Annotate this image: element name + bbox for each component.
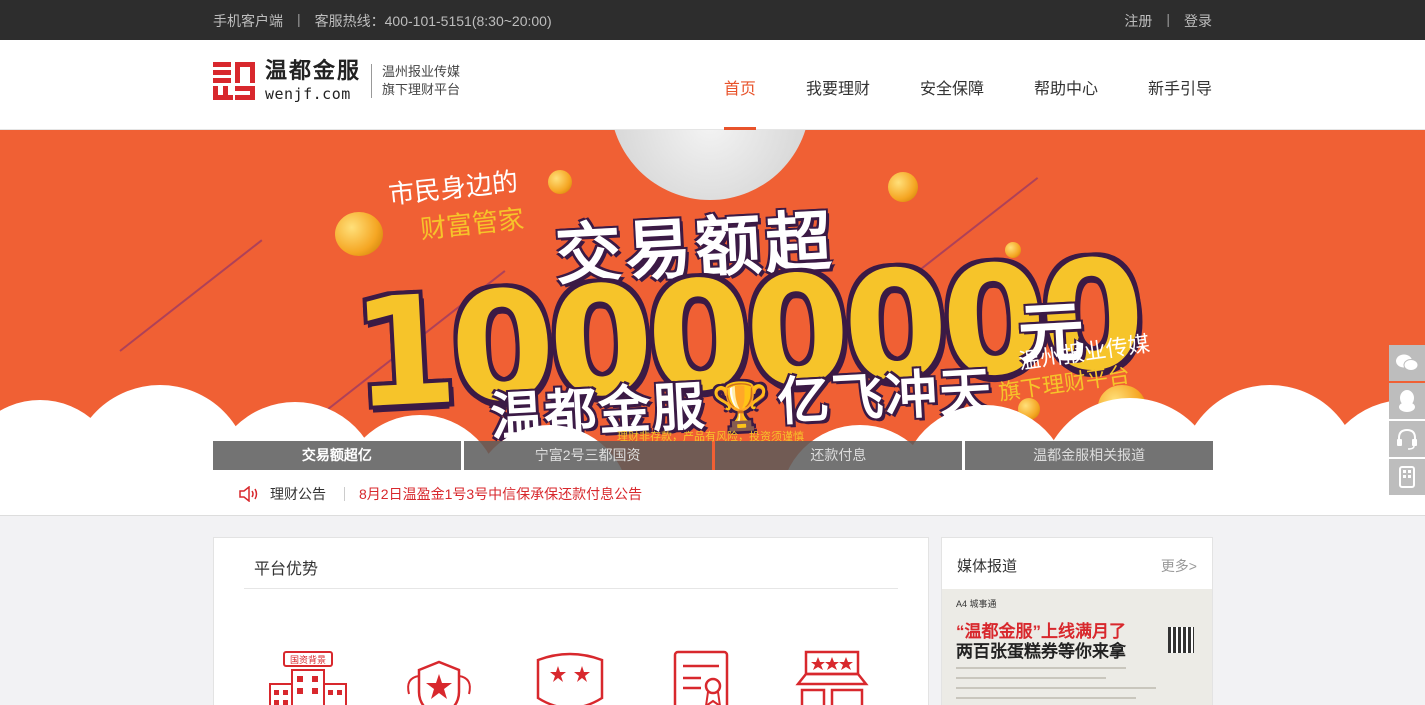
badge-stars-icon[interactable] [528,648,612,705]
nav-guide[interactable]: 新手引导 [1148,40,1212,130]
clip-tag: A4 城事通 [956,599,997,609]
notice-link[interactable]: 8月2日温盈金1号3号中信保承保还款付息公告 [359,484,642,504]
storefront-icon[interactable] [790,648,874,705]
coin-icon [335,212,383,256]
banner-tabs: 交易额超亿 宁富2号三都国资 还款付息 温都金服相关报道 [213,441,1213,470]
mobile-client-link[interactable]: 手机客户端 [213,11,283,31]
wechat-icon [1396,354,1419,371]
clip-headline-2: 两百张蛋糕券等你来拿 [956,642,1126,661]
logo-wordmark: 温都金服 wenjf.com [265,60,361,102]
notice-label: 理财公告 [270,486,326,502]
nav-help[interactable]: 帮助中心 [1034,40,1098,130]
qq-icon [1399,390,1415,412]
top-bar-right: 注册 | 登录 [1124,11,1212,31]
login-link[interactable]: 登录 [1184,11,1212,31]
media-title: 媒体报道 [957,558,1018,575]
wjf-logo-icon [213,60,255,102]
qr-code-icon [1168,627,1194,653]
banner-tab-3[interactable]: 还款付息 [714,441,963,470]
logo-en: wenjf.com [265,85,351,103]
newspaper-clipping[interactable]: A4 城事通 “温都金服”上线满月了 两百张蛋糕券等你来拿 [942,589,1212,705]
media-more-link[interactable]: 更多> [1161,556,1197,576]
speaker-icon [239,486,258,502]
separator: | [1166,11,1170,27]
banner-tab-4[interactable]: 温都金服相关报道 [965,441,1213,470]
logo-subtitle: 温州报业传媒 旗下理财平台 [382,63,460,99]
logo-sub-line2: 旗下理财平台 [382,82,461,97]
mobile-icon [1399,466,1415,488]
logo-cn: 温都金服 [265,58,362,83]
qq-button[interactable] [1389,383,1425,419]
nav-invest[interactable]: 我要理财 [806,40,870,130]
customer-service-button[interactable] [1389,421,1425,457]
certificate-icon[interactable] [659,648,743,705]
nav-home[interactable]: 首页 [723,40,756,130]
media-panel: 媒体报道 更多> A4 城事通 “温都金服”上线满月了 两百张蛋糕券等你来拿 [941,537,1213,705]
notice-divider [344,487,345,501]
hotline-text: 客服热线：400-101-5151(8:30~20:00) [314,13,552,29]
advantages-panel: 平台优势 国资背景 [213,537,929,705]
coin-icon [888,172,918,202]
site-header: 温都金服 wenjf.com 温州报业传媒 旗下理财平台 首页 我要理财 安全保… [0,40,1425,130]
floating-sidebar [1389,345,1425,497]
mobile-app-button[interactable] [1389,459,1425,495]
icon-label: 国资背景 [290,654,326,666]
state-capital-building-icon[interactable]: 国资背景 [266,648,350,705]
logo-sub-line1: 温州报业传媒 [382,64,461,79]
notice-bar: 理财公告 8月2日温盈金1号3号中信保承保还款付息公告 [0,470,1425,516]
advantages-title: 平台优势 [254,561,319,578]
wechat-button[interactable] [1389,345,1425,381]
top-bar: 手机客户端 | 客服热线：400-101-5151(8:30~20:00) 注册… [0,0,1425,40]
shield-star-icon[interactable] [397,648,481,705]
main-nav: 首页 我要理财 安全保障 帮助中心 新手引导 [674,40,1212,130]
trophy-icon: 🏆 [711,378,773,434]
separator: | [297,11,301,27]
top-bar-left: 手机客户端 | 客服热线：400-101-5151(8:30~20:00) [213,11,552,31]
banner-tab-1[interactable]: 交易额超亿 [213,441,461,470]
headset-icon [1397,428,1417,450]
banner-tab-2[interactable]: 宁富2号三都国资 [463,441,712,470]
notice-inner: 理财公告 8月2日温盈金1号3号中信保承保还款付息公告 [238,484,642,504]
advantages-divider [244,588,898,589]
site-logo[interactable]: 温都金服 wenjf.com 温州报业传媒 旗下理财平台 [213,60,460,102]
coin-icon [548,170,572,194]
nav-security[interactable]: 安全保障 [920,40,984,130]
logo-divider [371,64,373,98]
register-link[interactable]: 注册 [1124,11,1152,31]
